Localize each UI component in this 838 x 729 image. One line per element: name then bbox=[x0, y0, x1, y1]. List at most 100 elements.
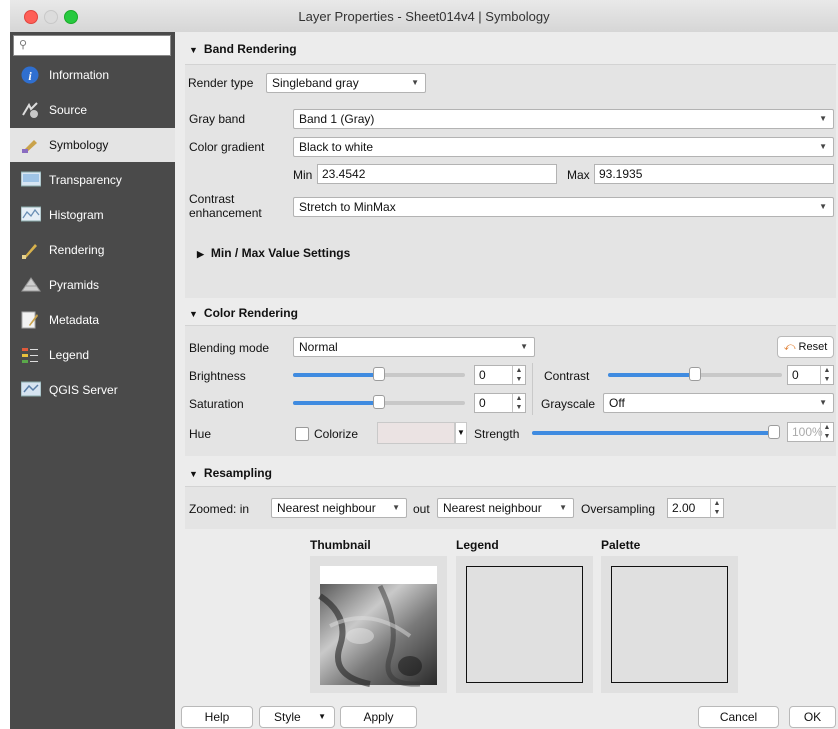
saturation-slider[interactable] bbox=[293, 395, 465, 409]
sidebar-item-label: Rendering bbox=[49, 243, 105, 257]
sidebar-search-input[interactable]: ⚲ bbox=[13, 35, 171, 56]
zoomed-out-select[interactable]: Nearest neighbour ▼ bbox=[437, 498, 574, 518]
blending-mode-label: Blending mode bbox=[189, 341, 270, 355]
sidebar-item-transparency[interactable]: Transparency bbox=[10, 163, 175, 197]
sidebar-item-qgis-server[interactable]: QGIS Server bbox=[10, 373, 175, 407]
cancel-button[interactable]: Cancel bbox=[698, 706, 779, 728]
chevron-down-icon: ▼ bbox=[819, 142, 827, 151]
max-value-input[interactable]: 93.1935 bbox=[594, 164, 834, 184]
render-type-select[interactable]: Singleband gray ▼ bbox=[266, 73, 426, 93]
resampling-header[interactable]: ▼ Resampling bbox=[189, 466, 272, 480]
minmax-settings-toggle[interactable]: ▶ Min / Max Value Settings bbox=[197, 246, 350, 260]
metadata-icon bbox=[21, 311, 39, 329]
sidebar: ⚲ i Information Source Symbology Transpa… bbox=[10, 32, 175, 729]
grayscale-select[interactable]: Off ▼ bbox=[603, 393, 834, 413]
rendering-icon bbox=[21, 241, 39, 259]
dialog-button-bar: Help Style ▼ Apply Cancel OK bbox=[175, 697, 838, 729]
slider-handle[interactable] bbox=[373, 395, 385, 409]
sidebar-item-information[interactable]: i Information bbox=[10, 58, 175, 92]
histogram-icon bbox=[20, 206, 42, 224]
stepper-arrows-icon[interactable]: ▲ ▼ bbox=[820, 366, 833, 384]
palette-preview bbox=[601, 556, 738, 693]
stepper-arrows-icon[interactable]: ▲ ▼ bbox=[710, 499, 723, 517]
symbology-panel: ▼ Band Rendering Render type Singleband g… bbox=[175, 32, 838, 697]
collapse-arrow-icon: ▼ bbox=[189, 45, 198, 55]
expand-arrow-icon: ▶ bbox=[197, 249, 204, 259]
colorize-color-button[interactable] bbox=[377, 422, 455, 444]
stepper-arrows-icon[interactable]: ▲ ▼ bbox=[512, 394, 525, 412]
colorize-label: Colorize bbox=[314, 427, 359, 441]
oversampling-spinbox[interactable]: 2.00 ▲ ▼ bbox=[667, 498, 724, 518]
legend-preview bbox=[456, 556, 593, 693]
sidebar-item-symbology[interactable]: Symbology bbox=[10, 128, 175, 162]
blending-mode-select[interactable]: Normal ▼ bbox=[293, 337, 535, 357]
sidebar-item-metadata[interactable]: Metadata bbox=[10, 303, 175, 337]
colorize-checkbox[interactable] bbox=[295, 427, 309, 441]
slider-handle[interactable] bbox=[689, 367, 701, 381]
slider-handle[interactable] bbox=[768, 425, 780, 439]
brightness-label: Brightness bbox=[189, 369, 246, 383]
strength-spinbox[interactable]: 100% ▲ ▼ bbox=[787, 422, 834, 442]
undo-icon: ⤺ bbox=[783, 341, 796, 353]
sidebar-item-label: Source bbox=[49, 103, 88, 117]
sidebar-item-label: Symbology bbox=[49, 138, 109, 152]
sidebar-item-label: Metadata bbox=[49, 313, 100, 327]
help-button[interactable]: Help bbox=[181, 706, 253, 728]
chevron-down-icon: ▼ bbox=[318, 712, 326, 721]
search-icon: ⚲ bbox=[19, 39, 28, 51]
color-gradient-label: Color gradient bbox=[189, 140, 265, 154]
sidebar-item-label: Information bbox=[49, 68, 110, 82]
strength-label: Strength bbox=[474, 427, 520, 441]
chevron-down-icon: ▼ bbox=[819, 114, 827, 123]
strength-slider[interactable] bbox=[532, 425, 780, 439]
resampling-group: Zoomed: in Nearest neighbour ▼ out Neares… bbox=[185, 486, 836, 529]
sidebar-item-source[interactable]: Source bbox=[10, 93, 175, 127]
contrast-slider[interactable] bbox=[608, 367, 782, 381]
color-rendering-group: Blending mode Normal ▼ ⤺ Reset Brightness… bbox=[185, 325, 836, 456]
hue-label: Hue bbox=[189, 427, 212, 441]
zoomed-in-select[interactable]: Nearest neighbour ▼ bbox=[271, 498, 407, 518]
apply-button[interactable]: Apply bbox=[340, 706, 417, 728]
ok-button[interactable]: OK bbox=[789, 706, 836, 728]
reset-button[interactable]: ⤺ Reset bbox=[777, 336, 834, 358]
collapse-arrow-icon: ▼ bbox=[189, 469, 198, 479]
sidebar-item-pyramids[interactable]: Pyramids bbox=[10, 268, 175, 302]
slider-handle[interactable] bbox=[373, 367, 385, 381]
sidebar-item-label: Transparency bbox=[49, 173, 122, 187]
symbology-icon bbox=[21, 136, 39, 154]
render-type-label: Render type bbox=[188, 76, 254, 90]
pyramids-icon bbox=[21, 276, 41, 294]
style-button[interactable]: Style ▼ bbox=[259, 706, 335, 728]
min-value-input[interactable]: 23.4542 bbox=[317, 164, 557, 184]
sidebar-item-histogram[interactable]: Histogram bbox=[10, 198, 175, 232]
band-rendering-header[interactable]: ▼ Band Rendering bbox=[189, 42, 297, 56]
gray-band-select[interactable]: Band 1 (Gray) ▼ bbox=[293, 109, 834, 129]
stepper-arrows-icon[interactable]: ▲ ▼ bbox=[820, 423, 833, 441]
contrast-spinbox[interactable]: 0 ▲ ▼ bbox=[787, 365, 834, 385]
chevron-down-icon: ▼ bbox=[819, 202, 827, 211]
raster-thumbnail-image bbox=[318, 566, 437, 687]
brightness-spinbox[interactable]: 0 ▲ ▼ bbox=[474, 365, 526, 385]
sidebar-item-rendering[interactable]: Rendering bbox=[10, 233, 175, 267]
contrast-enhancement-label: Contrast enhancement bbox=[189, 192, 262, 220]
chevron-down-icon: ▼ bbox=[559, 503, 567, 512]
sidebar-item-label: Legend bbox=[49, 348, 90, 362]
divider bbox=[532, 363, 533, 415]
grayscale-label: Grayscale bbox=[541, 397, 596, 411]
legend-label: Legend bbox=[456, 538, 499, 552]
chevron-down-icon: ▼ bbox=[392, 503, 400, 512]
sidebar-item-legend[interactable]: Legend bbox=[10, 338, 175, 372]
saturation-label: Saturation bbox=[189, 397, 244, 411]
chevron-down-icon[interactable]: ▼ bbox=[455, 422, 467, 444]
saturation-spinbox[interactable]: 0 ▲ ▼ bbox=[474, 393, 526, 413]
layer-properties-window: Layer Properties - Sheet014v4 | Symbolog… bbox=[10, 0, 838, 729]
band-rendering-group: Render type Singleband gray ▼ Gray band B… bbox=[185, 64, 836, 298]
oversampling-label: Oversampling bbox=[581, 502, 656, 516]
color-gradient-select[interactable]: Black to white ▼ bbox=[293, 137, 834, 157]
stepper-arrows-icon[interactable]: ▲ ▼ bbox=[512, 366, 525, 384]
palette-label: Palette bbox=[601, 538, 641, 552]
sidebar-item-label: Histogram bbox=[49, 208, 104, 222]
color-rendering-header[interactable]: ▼ Color Rendering bbox=[189, 306, 298, 320]
brightness-slider[interactable] bbox=[293, 367, 465, 381]
contrast-enhancement-select[interactable]: Stretch to MinMax ▼ bbox=[293, 197, 834, 217]
